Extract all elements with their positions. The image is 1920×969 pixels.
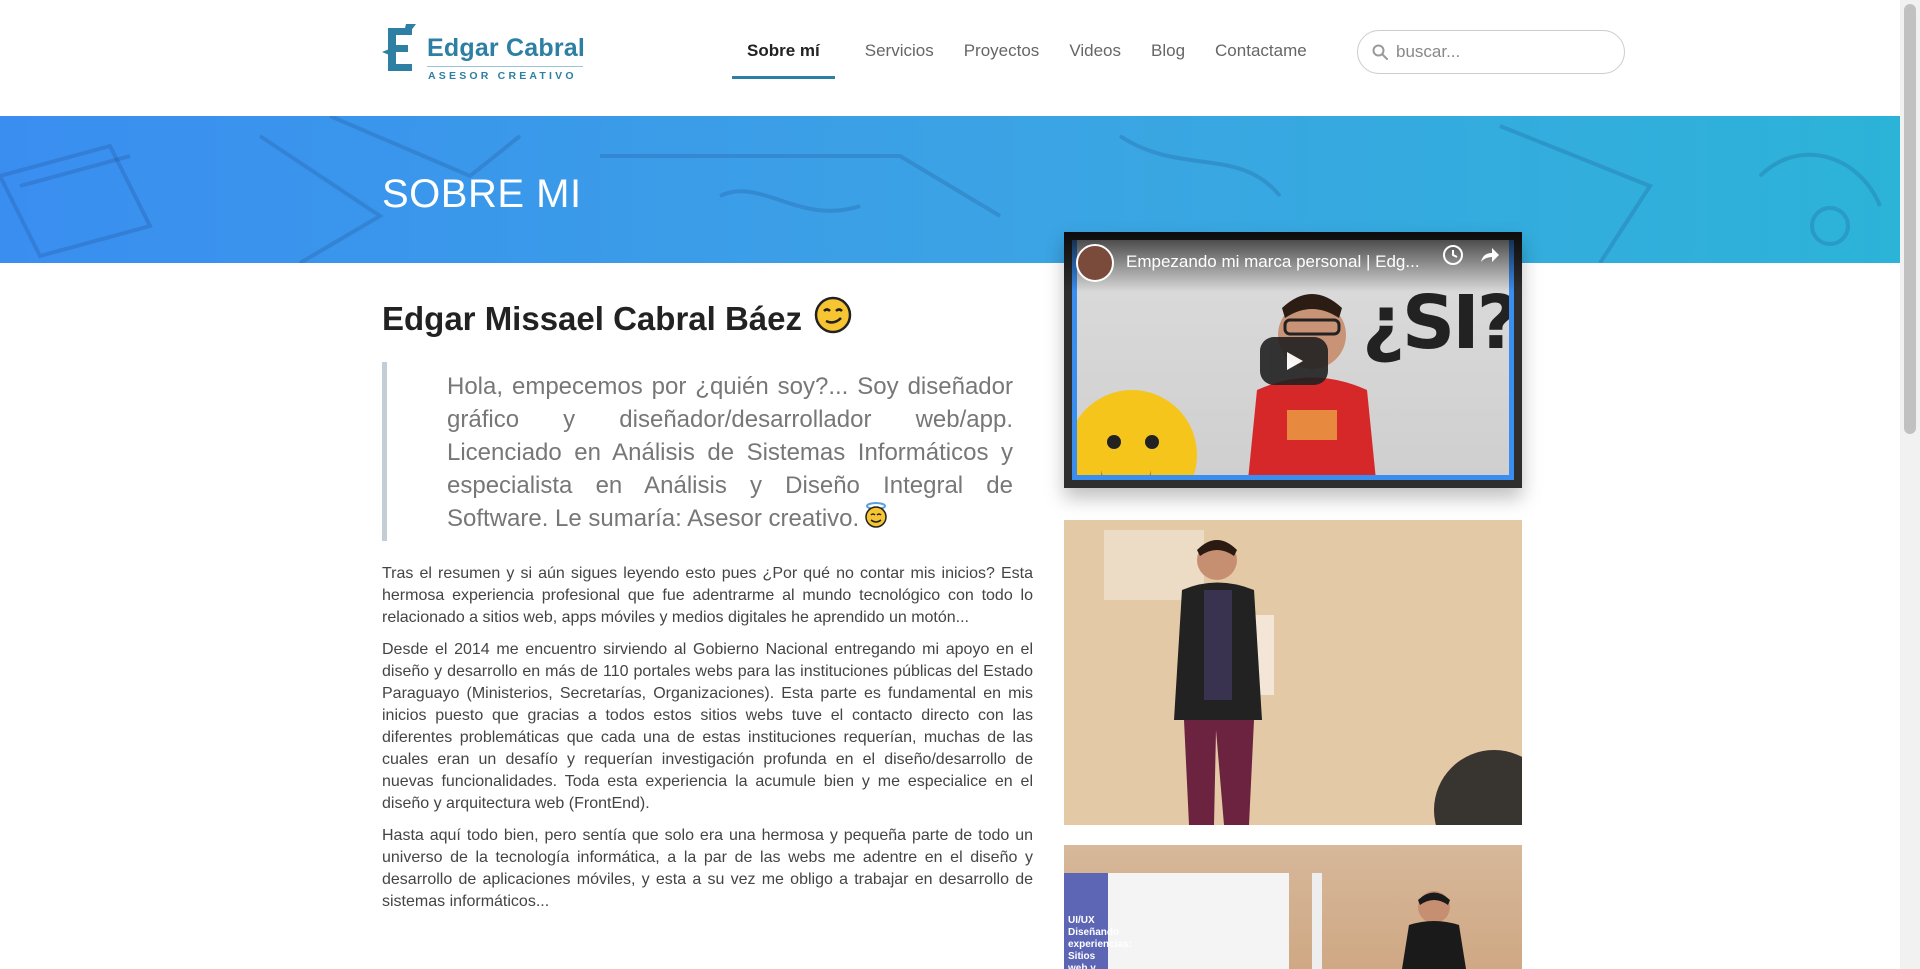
thumbnail-emoji-icon [1077, 390, 1197, 475]
speaker-photo-image [1064, 520, 1522, 825]
youtube-video-embed[interactable]: ¿SI? Empezando mi marca personal | Edg..… [1064, 232, 1522, 488]
nav-item-proyectos[interactable]: Proyectos [964, 38, 1040, 79]
search-box[interactable] [1357, 30, 1625, 74]
bio-paragraph-3: Hasta aquí todo bien, pero sentía que so… [382, 827, 1033, 911]
logo-name: Edgar Cabral [427, 34, 586, 62]
logo[interactable]: Edgar Cabral ASESOR CREATIVO [382, 24, 587, 82]
page-banner: SOBRE MI [0, 116, 1900, 263]
logo-divider [427, 66, 583, 67]
thumbnail-si-text: ¿SI? [1362, 280, 1514, 366]
bio-paragraph-2: Desde el 2014 me encuentro sirviendo al … [382, 641, 1033, 813]
person-name: Edgar Missael Cabral Báez [382, 296, 1033, 342]
play-button[interactable] [1260, 337, 1328, 385]
scrollbar-thumb[interactable] [1904, 4, 1916, 434]
speaker-photo [1064, 520, 1522, 825]
main-nav: Sobre mí Servicios Proyectos Videos Blog… [732, 38, 1337, 79]
intro-quote-body: Hola, empecemos por ¿quién soy?... Soy d… [447, 373, 1013, 532]
presentation-photo: UI/UX Diseñando experiencias: Sitios web… [1064, 845, 1522, 969]
nav-item-sobre-mi[interactable]: Sobre mí [732, 38, 835, 79]
banner-sketch-pattern [0, 116, 1882, 263]
intro-quote: Hola, empecemos por ¿quién soy?... Soy d… [382, 362, 1033, 542]
bio-paragraph-1: Tras el resumen y si aún sigues leyendo … [382, 565, 1033, 627]
logo-tagline: ASESOR CREATIVO [428, 70, 577, 82]
person-name-text: Edgar Missael Cabral Báez [382, 300, 803, 337]
nav-item-contactame[interactable]: Contactame [1215, 38, 1307, 79]
watch-later-icon[interactable] [1442, 244, 1464, 266]
about-content: Edgar Missael Cabral Báez Hola, empecemo… [382, 296, 1033, 913]
nav-item-videos[interactable]: Videos [1069, 38, 1121, 79]
nav-item-servicios[interactable]: Servicios [865, 38, 934, 79]
presenter-photo-image [1312, 873, 1466, 969]
halo-emoji-icon [863, 502, 889, 537]
nav-item-blog[interactable]: Blog [1151, 38, 1185, 79]
intro-quote-text: Hola, empecemos por ¿quién soy?... Soy d… [447, 370, 1013, 537]
page-scrollbar[interactable] [1900, 0, 1920, 969]
search-icon [1372, 44, 1388, 60]
search-input[interactable] [1396, 42, 1596, 62]
page-title: SOBRE MI [382, 172, 582, 216]
video-title[interactable]: Empezando mi marca personal | Edg... [1126, 252, 1420, 272]
channel-avatar[interactable] [1076, 244, 1114, 282]
share-icon[interactable] [1478, 244, 1500, 266]
smirk-emoji-icon [814, 296, 852, 342]
logo-mark-icon [382, 24, 416, 71]
site-header: Edgar Cabral ASESOR CREATIVO Sobre mí Se… [0, 0, 1900, 116]
